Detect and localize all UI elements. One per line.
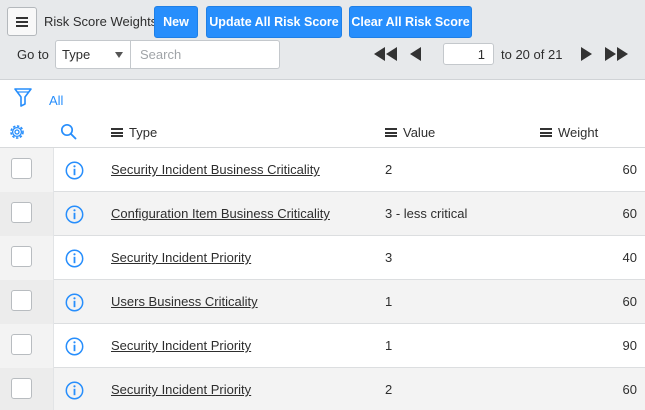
type-link[interactable]: Security Incident Priority bbox=[111, 338, 251, 353]
info-icon[interactable] bbox=[65, 161, 84, 180]
row-checkbox[interactable] bbox=[11, 334, 32, 355]
type-link[interactable]: Users Business Criticality bbox=[111, 294, 258, 309]
goto-field-select[interactable]: Type bbox=[55, 40, 131, 69]
row-checkbox[interactable] bbox=[11, 378, 32, 399]
page-range-text: to 20 of 21 bbox=[501, 47, 563, 62]
column-label-value: Value bbox=[403, 125, 436, 140]
row-select-cell bbox=[0, 192, 54, 236]
update-all-risk-score-button[interactable]: Update All Risk Score bbox=[206, 6, 342, 38]
weight-cell: 60 bbox=[622, 294, 637, 309]
type-link[interactable]: Security Incident Priority bbox=[111, 250, 251, 265]
column-header-row: Type Value Weight bbox=[0, 115, 645, 148]
table-row: Security Incident Priority 1 90 bbox=[0, 324, 645, 368]
column-menu-icon[interactable] bbox=[111, 128, 123, 137]
value-cell: 1 bbox=[385, 294, 393, 309]
weight-cell: 90 bbox=[622, 338, 637, 353]
value-cell: 2 bbox=[385, 382, 393, 397]
table-row: Security Incident Business Criticality 2… bbox=[0, 148, 645, 192]
row-select-cell bbox=[0, 236, 54, 280]
value-cell: 3 - less critical bbox=[385, 206, 468, 221]
value-cell: 1 bbox=[385, 338, 393, 353]
caret-down-icon bbox=[115, 52, 123, 58]
hamburger-icon bbox=[16, 16, 28, 27]
value-cell: 3 bbox=[385, 250, 393, 265]
filter-breadcrumb-all[interactable]: All bbox=[49, 93, 63, 108]
goto-field-value: Type bbox=[62, 47, 91, 62]
list-title: Risk Score Weights bbox=[44, 14, 158, 29]
type-link[interactable]: Security Incident Business Criticality bbox=[111, 162, 320, 177]
goto-label: Go to bbox=[17, 47, 49, 62]
last-page-icon[interactable] bbox=[603, 47, 629, 61]
table-row: Security Incident Priority 2 60 bbox=[0, 368, 645, 410]
list-menu-button[interactable] bbox=[7, 7, 37, 36]
row-select-cell bbox=[0, 368, 54, 410]
row-checkbox[interactable] bbox=[11, 202, 32, 223]
row-checkbox[interactable] bbox=[11, 158, 32, 179]
next-page-icon[interactable] bbox=[580, 47, 592, 61]
type-link[interactable]: Security Incident Priority bbox=[111, 382, 251, 397]
row-select-cell bbox=[0, 280, 54, 324]
column-label-type: Type bbox=[129, 125, 158, 140]
column-menu-icon[interactable] bbox=[540, 128, 552, 137]
clear-all-risk-score-button[interactable]: Clear All Risk Score bbox=[349, 6, 472, 38]
filter-bar: All bbox=[0, 81, 645, 115]
row-select-cell bbox=[0, 148, 54, 192]
weight-cell: 60 bbox=[622, 206, 637, 221]
weight-cell: 60 bbox=[622, 162, 637, 177]
table-row: Configuration Item Business Criticality … bbox=[0, 192, 645, 236]
type-link[interactable]: Configuration Item Business Criticality bbox=[111, 206, 330, 221]
column-label-weight: Weight bbox=[558, 125, 599, 140]
info-icon[interactable] bbox=[65, 249, 84, 268]
info-icon[interactable] bbox=[65, 337, 84, 356]
column-header-value[interactable]: Value bbox=[385, 125, 435, 140]
list-body: Security Incident Business Criticality 2… bbox=[0, 148, 645, 410]
search-input[interactable] bbox=[131, 40, 280, 69]
list-header: Risk Score Weights New Update All Risk S… bbox=[0, 0, 645, 80]
new-button[interactable]: New bbox=[154, 6, 198, 38]
row-select-cell bbox=[0, 324, 54, 368]
weight-cell: 60 bbox=[622, 382, 637, 397]
search-icon[interactable] bbox=[60, 123, 77, 140]
table-row: Security Incident Priority 3 40 bbox=[0, 236, 645, 280]
table-row: Users Business Criticality 1 60 bbox=[0, 280, 645, 324]
info-icon[interactable] bbox=[65, 381, 84, 400]
gear-icon[interactable] bbox=[8, 123, 26, 141]
page-number-input[interactable] bbox=[443, 43, 494, 65]
previous-page-icon[interactable] bbox=[410, 47, 422, 61]
row-checkbox[interactable] bbox=[11, 290, 32, 311]
filter-icon[interactable] bbox=[14, 87, 32, 107]
value-cell: 2 bbox=[385, 162, 393, 177]
column-header-type[interactable]: Type bbox=[111, 125, 157, 140]
row-checkbox[interactable] bbox=[11, 246, 32, 267]
info-icon[interactable] bbox=[65, 293, 84, 312]
first-page-icon[interactable] bbox=[373, 47, 399, 61]
weight-cell: 40 bbox=[622, 250, 637, 265]
column-header-weight[interactable]: Weight bbox=[540, 125, 598, 140]
info-icon[interactable] bbox=[65, 205, 84, 224]
column-menu-icon[interactable] bbox=[385, 128, 397, 137]
